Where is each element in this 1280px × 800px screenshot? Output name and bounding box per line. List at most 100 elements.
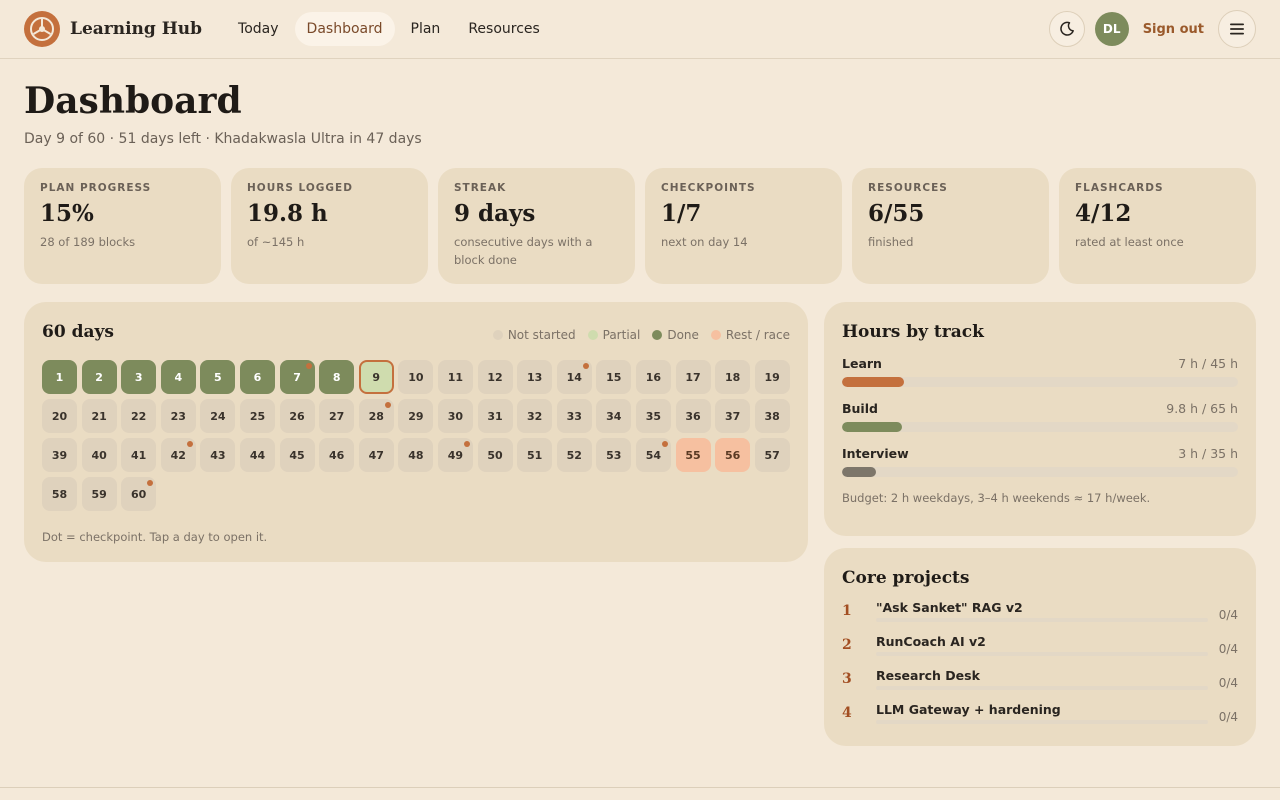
project-item[interactable]: 3 Research Desk 0/4 [842, 668, 1238, 690]
moon-icon [1059, 21, 1074, 36]
brand-name[interactable]: Learning Hub [70, 19, 202, 39]
day-cell-15[interactable]: 15 [596, 360, 632, 394]
day-cell-41[interactable]: 41 [121, 438, 157, 472]
sign-out-link[interactable]: Sign out [1143, 22, 1204, 37]
day-number: 46 [329, 448, 345, 462]
day-number: 58 [51, 487, 68, 501]
stat-value: 19.8 h [247, 200, 328, 227]
day-cell-2[interactable]: 2 [81, 360, 117, 394]
day-cell-27[interactable]: 27 [319, 399, 355, 433]
day-number: 57 [764, 448, 780, 462]
budget-note: Budget: 2 h weekdays, 3–4 h weekends ≈ 1… [842, 491, 1151, 505]
day-cell-46[interactable]: 46 [319, 438, 355, 472]
track-card-title: Hours by track [842, 322, 984, 342]
day-cell-31[interactable]: 31 [477, 399, 513, 433]
project-count: 0/4 [1218, 608, 1238, 622]
day-cell-58[interactable]: 58 [42, 477, 77, 511]
day-cell-22[interactable]: 22 [121, 399, 157, 433]
day-cell-43[interactable]: 43 [200, 438, 236, 472]
day-cell-6[interactable]: 6 [239, 360, 275, 394]
day-cell-42[interactable]: 42 [160, 438, 196, 472]
day-cell-50[interactable]: 50 [477, 438, 513, 472]
project-item[interactable]: 4 LLM Gateway + hardening 0/4 [842, 702, 1238, 724]
legend-label: Done [667, 328, 699, 342]
day-cell-51[interactable]: 51 [517, 438, 553, 472]
logo-icon[interactable] [24, 11, 60, 47]
day-cell-49[interactable]: 49 [437, 438, 473, 472]
day-cell-8[interactable]: 8 [319, 360, 355, 394]
menu-button[interactable] [1218, 10, 1256, 48]
day-cell-20[interactable]: 20 [42, 399, 77, 433]
day-cell-32[interactable]: 32 [517, 399, 553, 433]
day-cell-35[interactable]: 35 [635, 399, 671, 433]
day-cell-54[interactable]: 54 [635, 438, 671, 472]
checkpoint-dot [384, 402, 391, 408]
day-cell-3[interactable]: 3 [121, 360, 157, 394]
day-cell-45[interactable]: 45 [279, 438, 315, 472]
day-cell-53[interactable]: 53 [596, 438, 632, 472]
day-cell-36[interactable]: 36 [675, 399, 711, 433]
day-cell-55[interactable]: 55 [675, 438, 711, 472]
day-cell-18[interactable]: 18 [715, 360, 751, 394]
day-number: 29 [408, 409, 424, 423]
stat-sub: finished [868, 235, 914, 249]
day-cell-28[interactable]: 28 [358, 399, 394, 433]
day-cell-5[interactable]: 5 [200, 360, 236, 394]
avatar[interactable]: DL [1094, 12, 1129, 46]
day-cell-40[interactable]: 40 [81, 438, 117, 472]
day-cell-23[interactable]: 23 [160, 399, 196, 433]
day-cell-56[interactable]: 56 [715, 438, 751, 472]
top-bar: Learning Hub Today Dashboard Plan Resour… [0, 0, 1280, 59]
day-cell-48[interactable]: 48 [398, 438, 434, 472]
project-item[interactable]: 1 "Ask Sanket" RAG v2 0/4 [842, 600, 1238, 622]
day-cell-59[interactable]: 59 [81, 477, 117, 511]
day-cell-25[interactable]: 25 [239, 399, 275, 433]
day-cell-34[interactable]: 34 [596, 399, 632, 433]
day-cell-60[interactable]: 60 [121, 477, 157, 511]
day-cell-7[interactable]: 7 [279, 360, 315, 394]
nav-resources[interactable]: Resources [456, 12, 552, 46]
checkpoint-dot [463, 441, 470, 447]
page-title: Dashboard [24, 80, 242, 122]
day-cell-44[interactable]: 44 [239, 438, 275, 472]
day-cell-10[interactable]: 10 [398, 360, 434, 394]
day-number: 35 [645, 409, 662, 423]
day-cell-9[interactable]: 9 [358, 360, 394, 394]
day-number: 39 [51, 448, 68, 462]
day-cell-12[interactable]: 12 [477, 360, 513, 394]
theme-toggle-button[interactable] [1048, 11, 1085, 47]
day-cell-30[interactable]: 30 [437, 399, 473, 433]
day-cell-14[interactable]: 14 [556, 360, 592, 394]
nav-plan[interactable]: Plan [399, 12, 453, 46]
day-cell-57[interactable]: 57 [754, 438, 790, 472]
stat-label: CHECKPOINTS [661, 182, 756, 194]
day-cell-11[interactable]: 11 [437, 360, 473, 394]
day-cell-29[interactable]: 29 [398, 399, 434, 433]
day-cell-26[interactable]: 26 [279, 399, 315, 433]
day-cell-47[interactable]: 47 [358, 438, 394, 472]
checkpoint-dot [147, 480, 154, 486]
day-cell-19[interactable]: 19 [754, 360, 790, 394]
nav-today[interactable]: Today [226, 12, 291, 46]
track-value: 3 h / 35 h [1178, 446, 1238, 461]
nav-dashboard[interactable]: Dashboard [294, 12, 395, 46]
day-number: 15 [606, 370, 622, 384]
project-item[interactable]: 2 RunCoach AI v2 0/4 [842, 634, 1238, 656]
day-cell-13[interactable]: 13 [517, 360, 553, 394]
day-cell-37[interactable]: 37 [715, 399, 751, 433]
day-cell-33[interactable]: 33 [556, 399, 592, 433]
day-cell-52[interactable]: 52 [556, 438, 592, 472]
day-cell-16[interactable]: 16 [635, 360, 671, 394]
day-cell-1[interactable]: 1 [42, 360, 77, 394]
day-cell-38[interactable]: 38 [754, 399, 790, 433]
day-cell-39[interactable]: 39 [42, 438, 77, 472]
day-number: 49 [447, 448, 464, 462]
day-cell-4[interactable]: 4 [160, 360, 196, 394]
day-number: 4 [174, 370, 183, 384]
day-cell-24[interactable]: 24 [200, 399, 236, 433]
project-number: 1 [842, 603, 852, 619]
day-cell-21[interactable]: 21 [81, 399, 117, 433]
day-number: 6 [253, 370, 262, 384]
day-cell-17[interactable]: 17 [675, 360, 711, 394]
legend-label: Rest / race [725, 328, 790, 342]
